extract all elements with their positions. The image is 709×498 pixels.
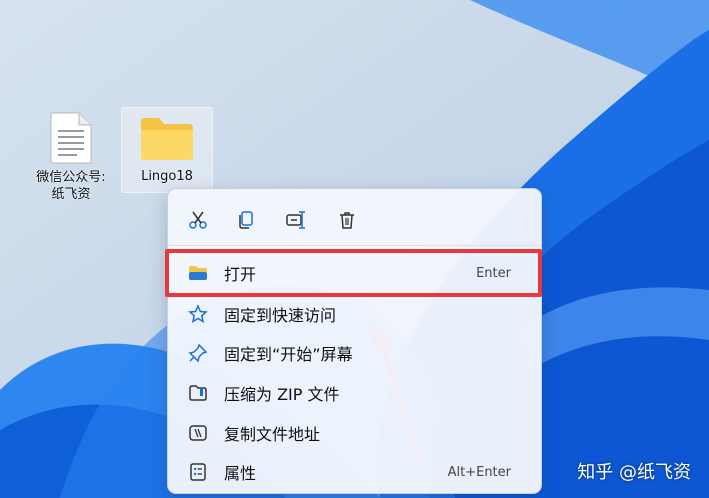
properties-icon: [186, 460, 210, 484]
cut-icon: [189, 211, 207, 229]
menu-item-label: 固定到“开始”屏幕: [224, 345, 353, 364]
file-name-line1: 微信公众号:: [36, 170, 106, 185]
menu-item-label: 属性: [224, 464, 257, 483]
watermark: 知乎 @纸飞资: [577, 462, 691, 483]
copy-icon: [239, 211, 253, 229]
context-menu: 打开 Enter 固定到快速访问 固定到“开始”屏幕 压缩为 ZIP 文件 复制…: [167, 188, 542, 494]
pin-icon: [186, 341, 210, 365]
menu-separator: [168, 245, 541, 246]
cut-button[interactable]: [184, 206, 212, 234]
desktop-folder-icon[interactable]: Lingo18: [121, 107, 213, 193]
file-name-line2: 纸飞资: [51, 187, 91, 202]
folder-icon: [141, 118, 193, 160]
menu-item-label: 压缩为 ZIP 文件: [224, 385, 340, 404]
rename-icon: [286, 211, 305, 229]
desktop-file-icon[interactable]: 微信公众号: 纸飞资: [24, 105, 118, 203]
highlight-box: [165, 249, 542, 297]
menu-item-compress-zip[interactable]: 压缩为 ZIP 文件: [174, 374, 535, 412]
rename-button[interactable]: [282, 206, 310, 234]
menu-item-properties[interactable]: 属性 Alt+Enter: [174, 453, 535, 491]
zip-icon: [186, 381, 210, 405]
document-icon: [50, 112, 92, 164]
menu-item-pin-quick-access[interactable]: 固定到快速访问: [174, 295, 535, 333]
menu-item-label: 固定到快速访问: [224, 306, 337, 325]
star-icon: [186, 302, 210, 326]
folder-name: Lingo18: [141, 169, 193, 184]
menu-item-copy-path[interactable]: 复制文件地址: [174, 414, 535, 452]
menu-item-label: 复制文件地址: [224, 425, 321, 444]
delete-button[interactable]: [333, 206, 361, 234]
menu-item-pin-start[interactable]: 固定到“开始”屏幕: [174, 334, 535, 372]
copy-button[interactable]: [232, 206, 260, 234]
delete-icon: [340, 212, 354, 229]
menu-item-shortcut: Alt+Enter: [447, 464, 511, 480]
path-icon: [186, 421, 210, 445]
